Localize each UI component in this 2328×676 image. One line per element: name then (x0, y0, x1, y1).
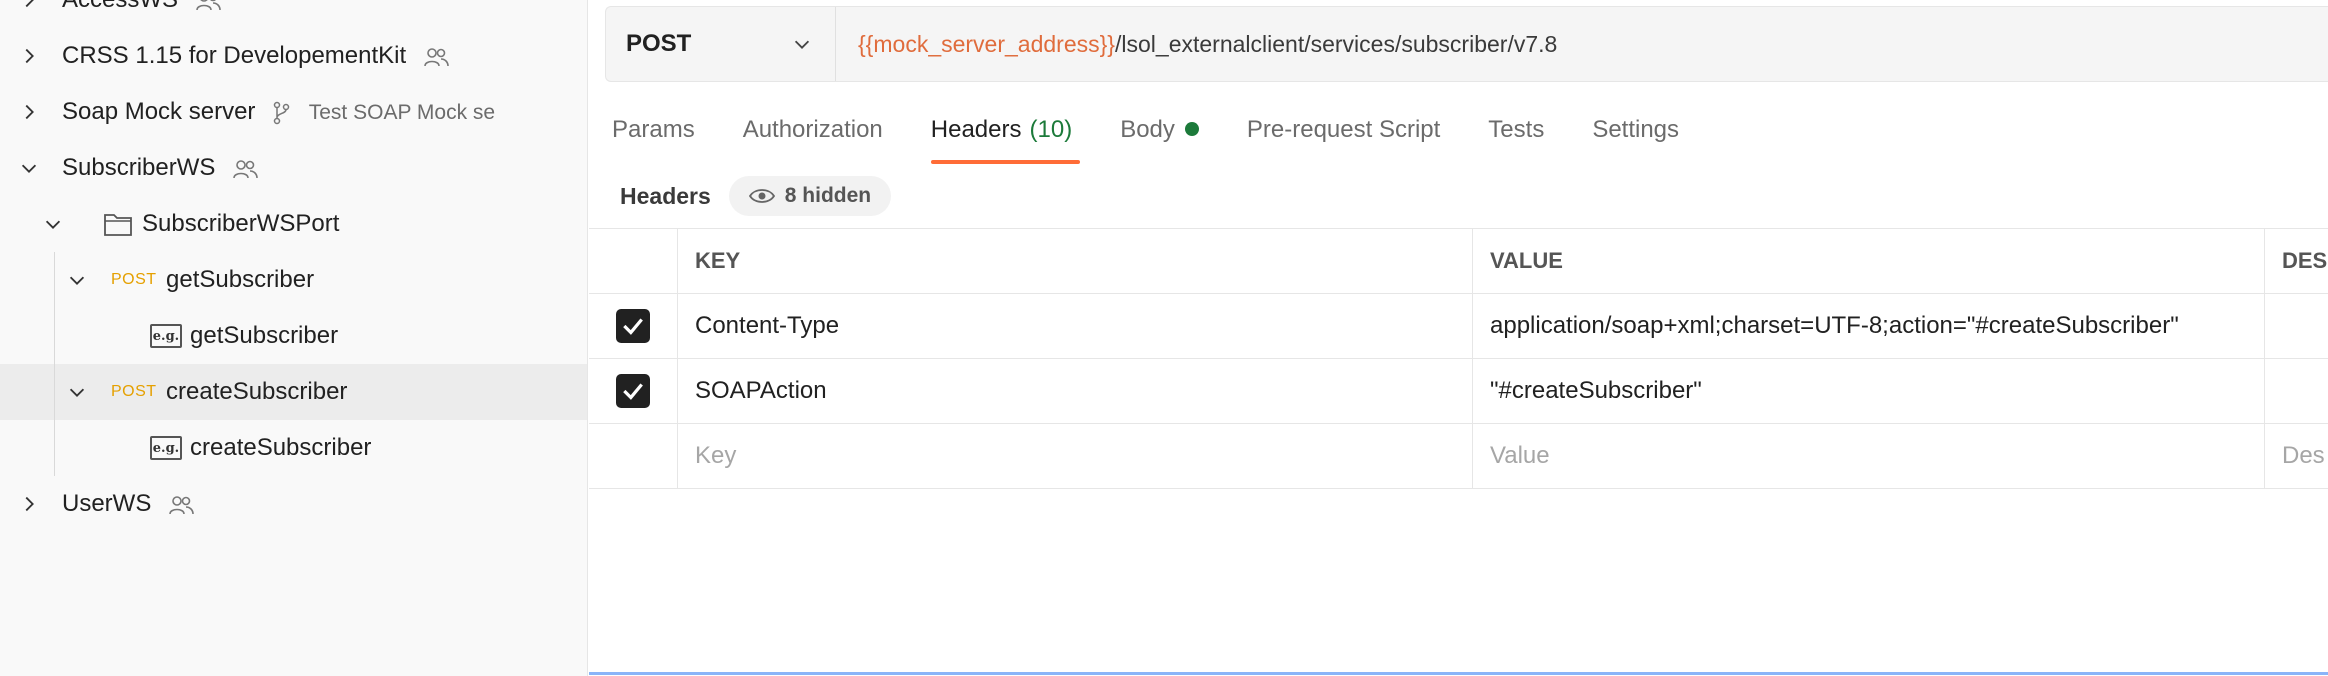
check-icon (623, 318, 643, 335)
headers-title: Headers (620, 182, 711, 209)
tab-pre-request-script[interactable]: Pre-request Script (1247, 108, 1440, 164)
collection-label: CRSS 1.15 for DevelopementKit (62, 42, 407, 69)
collection-item-subscriberws[interactable]: SubscriberWS (0, 140, 587, 196)
example-item-getsubscriber[interactable]: e.g. getSubscriber (0, 308, 587, 364)
url-variable: {{mock_server_address}} (858, 30, 1115, 57)
headers-table: KEY VALUE DES Content-Type application/s… (589, 228, 2328, 489)
folder-icon (104, 214, 132, 236)
header-enabled-checkbox[interactable] (616, 374, 650, 408)
collection-label: UserWS (62, 490, 152, 517)
url-bar: POST {{mock_server_address}} /lsol_exter… (605, 6, 2328, 82)
panel-resize-divider[interactable] (589, 672, 2328, 675)
table-row: SOAPAction "#createSubscriber" (589, 359, 2328, 424)
header-value-cell[interactable]: "#createSubscriber" (1473, 359, 2265, 423)
chevron-down-icon[interactable] (66, 269, 88, 291)
table-header-row: KEY VALUE DES (589, 229, 2328, 294)
tab-label: Authorization (742, 116, 883, 143)
new-value-input[interactable]: Value (1473, 424, 2265, 488)
collection-item-accessws[interactable]: AccessWS (0, 0, 587, 28)
method-tag: POST (111, 271, 157, 288)
shared-people-icon (424, 47, 449, 66)
hidden-count-label: 8 hidden (784, 184, 872, 207)
request-editor: POST {{mock_server_address}} /lsol_exter… (589, 0, 2328, 676)
shared-people-icon (195, 0, 221, 10)
shared-people-icon (233, 159, 258, 178)
chevron-down-icon[interactable] (66, 381, 88, 403)
header-value-cell[interactable]: application/soap+xml;charset=UTF-8;actio… (1473, 294, 2265, 358)
fork-icon (273, 101, 290, 124)
chevron-down-icon[interactable] (18, 157, 40, 179)
tab-headers[interactable]: Headers (10) (930, 108, 1081, 164)
tab-params[interactable]: Params (612, 108, 695, 164)
method-value: POST (626, 30, 692, 57)
example-icon: e.g. (150, 324, 182, 348)
collections-sidebar: AccessWS CRSS 1.15 for DevelopementKit (0, 0, 588, 676)
headers-subheader: Headers 8 hidden (620, 176, 892, 216)
header-description-cell[interactable] (2265, 294, 2328, 358)
new-key-input[interactable]: Key (678, 424, 1473, 488)
tab-authorization[interactable]: Authorization (743, 108, 883, 164)
chevron-right-icon[interactable] (18, 101, 40, 123)
chevron-right-icon[interactable] (18, 45, 40, 67)
collection-item-crss[interactable]: CRSS 1.15 for DevelopementKit (0, 28, 587, 84)
table-row: Content-Type application/soap+xml;charse… (589, 294, 2328, 359)
hidden-headers-toggle[interactable]: 8 hidden (728, 176, 892, 216)
tab-label: Headers (930, 116, 1022, 143)
request-item-getsubscriber[interactable]: POST getSubscriber (0, 252, 587, 308)
tab-label: Tests (1488, 116, 1545, 143)
tab-tests[interactable]: Tests (1488, 108, 1544, 164)
tab-label: Params (612, 116, 695, 143)
example-icon: e.g. (150, 436, 182, 460)
request-tabs: Params Authorization Headers (10) Body Pr… (612, 108, 1727, 164)
collection-label: SubscriberWS (62, 154, 216, 181)
column-header-value: VALUE (1473, 229, 2265, 293)
url-path: /lsol_externalclient/services/subscriber… (1115, 30, 1558, 57)
shared-people-icon (169, 495, 194, 514)
example-label: createSubscriber (190, 434, 372, 461)
chevron-right-icon[interactable] (18, 0, 40, 11)
collection-item-soap-mock-server[interactable]: Soap Mock server Test SOAP Mock se (0, 84, 587, 140)
tree-guide-line (54, 252, 55, 476)
header-description-cell[interactable] (2265, 359, 2328, 423)
column-header-key: KEY (678, 229, 1473, 293)
tab-settings[interactable]: Settings (1592, 108, 1679, 164)
method-select[interactable]: POST (606, 7, 836, 81)
url-input[interactable]: {{mock_server_address}} /lsol_externalcl… (836, 7, 1557, 81)
folder-label: SubscriberWSPort (142, 210, 340, 237)
example-item-createsubscriber[interactable]: e.g. createSubscriber (0, 420, 587, 476)
example-label: getSubscriber (190, 322, 339, 349)
request-item-createsubscriber[interactable]: POST createSubscriber (0, 364, 587, 420)
eye-icon (748, 189, 775, 203)
body-indicator-dot (1184, 121, 1199, 136)
chevron-down-icon[interactable] (42, 213, 64, 235)
check-icon (623, 383, 643, 400)
tab-label: Settings (1592, 116, 1680, 143)
folder-item-subscriberwsport[interactable]: SubscriberWSPort (0, 196, 587, 252)
header-key-cell[interactable]: SOAPAction (678, 359, 1473, 423)
collection-label: Soap Mock server (62, 98, 256, 125)
tab-label: Pre-request Script (1246, 116, 1441, 143)
collection-label: AccessWS (62, 0, 178, 13)
tab-count: (10) (1029, 116, 1073, 143)
request-label: createSubscriber (166, 378, 348, 405)
new-description-input[interactable]: Des (2265, 424, 2328, 488)
header-key-cell[interactable]: Content-Type (678, 294, 1473, 358)
table-row-new: Key Value Des (589, 424, 2328, 489)
column-header-description: DES (2282, 248, 2328, 273)
chevron-right-icon[interactable] (18, 493, 40, 515)
tab-label: Body (1120, 116, 1175, 143)
fork-label: Test SOAP Mock se (308, 101, 496, 124)
collection-item-userws[interactable]: UserWS (0, 476, 587, 532)
header-enabled-checkbox[interactable] (616, 309, 650, 343)
app-window: AccessWS CRSS 1.15 for DevelopementKit (0, 0, 2328, 676)
request-label: getSubscriber (166, 266, 315, 293)
tab-body[interactable]: Body (1120, 108, 1199, 164)
chevron-down-icon (794, 40, 810, 49)
method-tag: POST (111, 383, 157, 400)
